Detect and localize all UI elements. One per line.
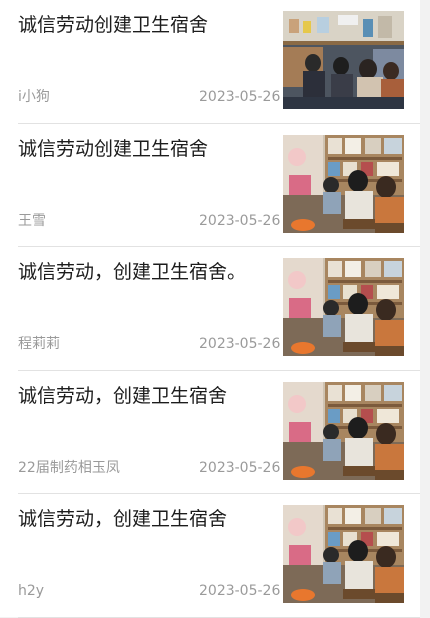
article-date: 2023-05-26: [199, 89, 281, 105]
article-thumbnail: [283, 11, 404, 109]
list-item[interactable]: 诚信劳动，创建卫生宿舍 h2y 2023-05-26: [0, 494, 420, 618]
article-author: h2y: [18, 583, 45, 599]
article-author: 22届制药相玉凤: [18, 459, 120, 476]
article-title: 诚信劳动，创建卫生宿舍。: [18, 261, 247, 283]
article-title: 诚信劳动创建卫生宿舍: [18, 14, 209, 36]
article-author: i小狗: [18, 89, 50, 105]
article-thumbnail: [283, 505, 404, 603]
article-thumbnail: [283, 258, 404, 356]
article-title: 诚信劳动，创建卫生宿舍: [18, 508, 228, 530]
article-date: 2023-05-26: [199, 212, 281, 229]
article-title: 诚信劳动，创建卫生宿舍: [18, 384, 228, 407]
scrollbar-track[interactable]: [420, 0, 430, 617]
article-thumbnail: [283, 382, 404, 480]
article-list: 诚信劳动创建卫生宿舍 i小狗 2023-05-26 诚信劳动创建卫生宿舍 王雪 …: [0, 0, 420, 618]
article-thumbnail: [283, 135, 404, 233]
article-author: 王雪: [18, 212, 46, 229]
article-date: 2023-05-26: [199, 583, 281, 599]
list-item[interactable]: 诚信劳动，创建卫生宿舍。 程莉莉 2023-05-26: [0, 247, 420, 371]
list-item[interactable]: 诚信劳动创建卫生宿舍 王雪 2023-05-26: [0, 124, 420, 247]
article-author: 程莉莉: [18, 336, 60, 352]
article-date: 2023-05-26: [199, 459, 281, 476]
article-title: 诚信劳动创建卫生宿舍: [18, 137, 209, 160]
article-date: 2023-05-26: [199, 336, 281, 352]
list-item[interactable]: 诚信劳动创建卫生宿舍 i小狗 2023-05-26: [0, 0, 420, 124]
list-item[interactable]: 诚信劳动，创建卫生宿舍 22届制药相玉凤 2023-05-26: [0, 371, 420, 494]
